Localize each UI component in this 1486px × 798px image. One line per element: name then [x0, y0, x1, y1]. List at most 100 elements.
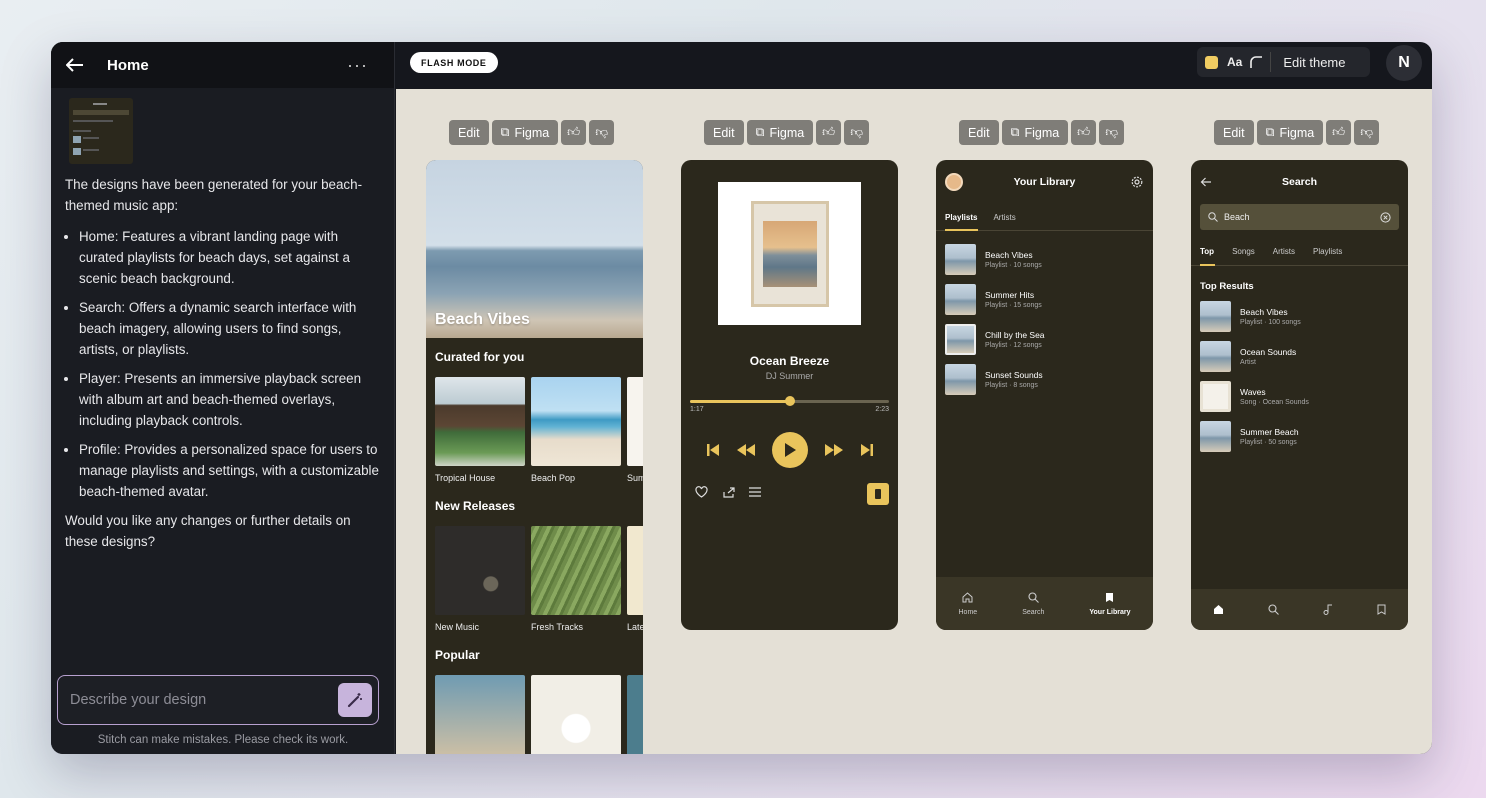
popular-card[interactable]	[627, 675, 643, 754]
home-icon[interactable]	[1213, 604, 1224, 615]
thumbs-down-button[interactable]: 👎︎	[1099, 120, 1125, 145]
progress-knob[interactable]	[784, 396, 795, 406]
nav-search[interactable]: Search	[1022, 591, 1044, 616]
album-art	[531, 377, 621, 466]
share-icon[interactable]	[722, 486, 735, 498]
search-query: Beach	[1224, 212, 1250, 222]
search-result[interactable]: Beach Vibes Playlist · 100 songs	[1191, 300, 1408, 332]
search-icon[interactable]	[1268, 604, 1279, 615]
playlist-card[interactable]: Sum	[627, 377, 643, 483]
heart-icon[interactable]	[695, 486, 708, 498]
playlist-card[interactable]: Tropical House	[435, 377, 525, 483]
prompt-input[interactable]	[70, 692, 338, 708]
tab-playlists[interactable]: Playlists	[1313, 247, 1342, 256]
progress-bar[interactable]	[690, 396, 889, 406]
nav-label: Home	[958, 608, 978, 616]
font-setting[interactable]: Aa	[1227, 55, 1242, 69]
settings-gear-icon[interactable]	[1131, 176, 1143, 188]
library-screen[interactable]: Your Library Playlists Artists Beach Vib…	[936, 160, 1153, 630]
list-item[interactable]: Chill by the Sea Playlist · 12 songs	[936, 323, 1153, 355]
design-thumbnail[interactable]	[69, 98, 133, 164]
bottom-nav: Home Search Your Library	[936, 577, 1153, 630]
figma-button[interactable]: ⧉ Figma	[1256, 120, 1324, 145]
tab-playlists[interactable]: Playlists	[945, 213, 977, 222]
generate-button[interactable]	[338, 683, 372, 717]
item-meta: Playlist · 8 songs	[985, 381, 1038, 389]
tab-artists[interactable]: Artists	[993, 213, 1015, 222]
playback-controls	[681, 432, 898, 468]
edit-button[interactable]: Edit	[449, 120, 489, 145]
screen-toolbar-library: Edit ⧉ Figma 👍︎ 👎︎	[959, 120, 1125, 145]
edit-button[interactable]: Edit	[959, 120, 999, 145]
result-name: Summer Beach	[1240, 426, 1299, 437]
search-result[interactable]: Waves Song · Ocean Sounds	[1191, 380, 1408, 412]
list-item: Player: Presents an immersive playback s…	[79, 368, 383, 431]
list-item[interactable]: Beach Vibes Playlist · 10 songs	[936, 243, 1153, 275]
figma-button[interactable]: ⧉ Figma	[746, 120, 814, 145]
edit-theme-button[interactable]: Edit theme	[1283, 55, 1345, 70]
search-result[interactable]: Ocean Sounds Artist	[1191, 340, 1408, 372]
tab-top[interactable]: Top	[1200, 247, 1214, 256]
artist-name: DJ Summer	[765, 371, 814, 381]
popular-card[interactable]	[531, 675, 621, 754]
playlist-thumbnail	[945, 363, 976, 395]
thumbs-down-button[interactable]: 👎︎	[844, 120, 870, 145]
list-item[interactable]: Summer Hits Playlist · 15 songs	[936, 283, 1153, 315]
nav-home[interactable]: Home	[958, 591, 978, 616]
flash-mode-badge[interactable]: FLASH MODE	[410, 52, 498, 73]
figma-button[interactable]: ⧉ Figma	[1001, 120, 1069, 145]
search-screen[interactable]: Search Beach Top Songs Artists Playlists…	[1191, 160, 1408, 630]
thumbs-up-button[interactable]: 👍︎	[1071, 120, 1097, 145]
list-item[interactable]: Sunset Sounds Playlist · 8 songs	[936, 363, 1153, 395]
divider	[1270, 52, 1272, 72]
search-result[interactable]: Summer Beach Playlist · 50 songs	[1191, 420, 1408, 452]
figma-button[interactable]: ⧉ Figma	[491, 120, 559, 145]
bookmark-icon[interactable]	[1377, 604, 1386, 615]
popular-card[interactable]	[435, 675, 525, 754]
theme-color-swatch[interactable]	[1205, 55, 1218, 69]
skip-previous-icon[interactable]	[706, 443, 720, 457]
release-card[interactable]: New Music	[435, 526, 525, 632]
thumbs-up-button[interactable]: 👍︎	[561, 120, 587, 145]
fast-forward-icon[interactable]	[824, 444, 843, 456]
clear-icon[interactable]	[1380, 211, 1391, 223]
home-screen[interactable]: Beach Vibes Curated for you Tropical Hou…	[426, 160, 643, 754]
list-item: Search: Offers a dynamic search interfac…	[79, 297, 383, 360]
progress-fill	[690, 400, 790, 403]
hero-title: Beach Vibes	[435, 311, 530, 328]
album-art	[627, 675, 643, 754]
back-arrow-icon[interactable]	[1200, 177, 1212, 187]
card-label: Beach Pop	[531, 473, 576, 483]
album-art	[531, 675, 621, 754]
thumbs-down-button[interactable]: 👎︎	[589, 120, 615, 145]
search-input[interactable]: Beach	[1200, 204, 1399, 230]
player-screen[interactable]: Ocean Breeze DJ Summer 1:17 2:23	[681, 160, 898, 630]
thumbs-down-button[interactable]: 👎︎	[1354, 120, 1380, 145]
nav-library[interactable]: Your Library	[1089, 592, 1130, 616]
back-icon[interactable]	[63, 53, 87, 77]
queue-icon[interactable]	[749, 487, 761, 497]
tab-artists[interactable]: Artists	[1273, 247, 1295, 256]
play-icon	[784, 443, 796, 457]
user-avatar[interactable]: N	[1386, 45, 1422, 81]
profile-avatar[interactable]	[945, 173, 963, 191]
corner-radius-icon[interactable]	[1250, 56, 1263, 68]
playlist-card[interactable]: Beach Pop	[531, 377, 621, 483]
item-name: Beach Vibes	[985, 249, 1033, 260]
play-button[interactable]	[771, 432, 808, 468]
tab-songs[interactable]: Songs	[1232, 247, 1255, 256]
edit-button[interactable]: Edit	[704, 120, 744, 145]
thumbs-up-button[interactable]: 👍︎	[1326, 120, 1352, 145]
skip-next-icon[interactable]	[860, 443, 874, 457]
release-card[interactable]: Fresh Tracks	[531, 526, 621, 632]
thumbs-up-button[interactable]: 👍︎	[816, 120, 842, 145]
design-list: Home: Features a vibrant landing page wi…	[65, 226, 383, 502]
music-note-icon[interactable]	[1323, 604, 1333, 615]
search-icon	[1028, 591, 1039, 603]
edit-button[interactable]: Edit	[1214, 120, 1254, 145]
rewind-icon[interactable]	[736, 444, 755, 456]
more-icon[interactable]: ···	[347, 55, 368, 76]
release-card[interactable]: Late	[627, 526, 643, 632]
lyrics-button[interactable]	[867, 483, 889, 505]
copy-icon: ⧉	[755, 125, 765, 139]
